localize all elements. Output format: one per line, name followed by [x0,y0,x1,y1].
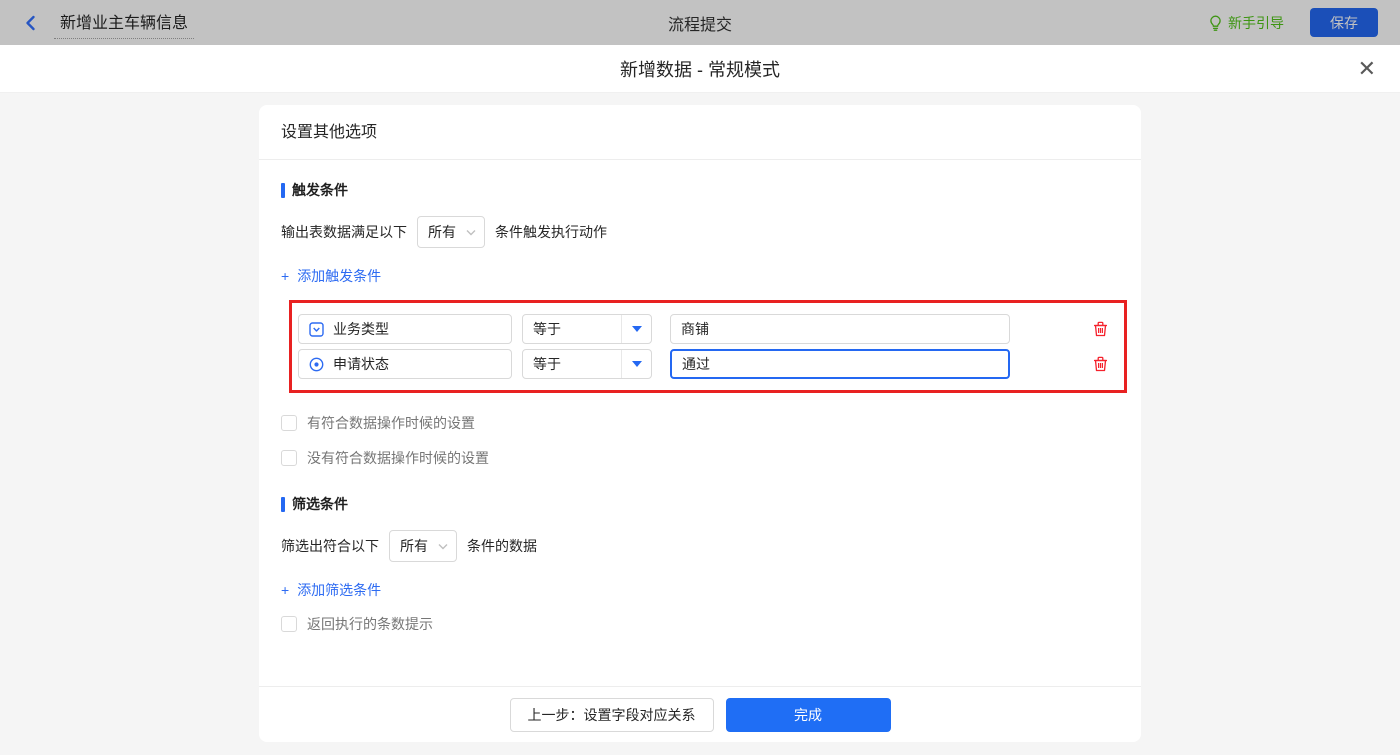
delete-condition-icon[interactable] [1093,321,1108,337]
checkbox-no-matching-data[interactable]: 没有符合数据操作时候的设置 [281,448,489,468]
condition-field-select[interactable]: 业务类型 [298,314,512,344]
dialog-header: 新增数据 - 常规模式 ✕ [0,45,1400,93]
top-bar: 流程提交 新增业主车辆信息 新手引导 保存 [0,0,1400,45]
condition-operator-select[interactable]: 等于 [522,314,652,344]
chevron-down-icon [466,229,476,236]
condition-operator-select[interactable]: 等于 [522,349,652,379]
options-card: 设置其他选项 触发条件 输出表数据满足以下 所有 条件触发执行动作 + 添加触发… [259,105,1141,742]
bulb-icon [1208,15,1223,31]
trigger-sentence-prefix: 输出表数据满足以下 [281,224,407,240]
annotation-highlight-box: 业务类型 等于 商铺 申请状态 等于 通过 [289,300,1127,393]
filter-match-select[interactable]: 所有 [389,530,457,562]
checkbox-unchecked[interactable] [281,415,297,431]
filter-match-sentence: 筛选出符合以下 所有 条件的数据 [281,530,1119,562]
checkbox-return-count-tip[interactable]: 返回执行的条数提示 [281,614,433,634]
checkbox-unchecked[interactable] [281,450,297,466]
checkbox-unchecked[interactable] [281,616,297,632]
delete-condition-icon[interactable] [1093,356,1108,372]
beginner-guide-link[interactable]: 新手引导 [1208,13,1284,33]
add-filter-condition-link[interactable]: + 添加筛选条件 [281,580,381,600]
plus-icon: + [281,582,290,598]
flow-submit-title: 流程提交 [667,16,732,34]
chevron-down-icon [438,543,448,550]
save-button[interactable]: 保存 [1310,8,1378,37]
checkbox-has-matching-data[interactable]: 有符合数据操作时候的设置 [281,413,475,433]
close-icon[interactable]: ✕ [1358,57,1376,80]
trigger-match-select[interactable]: 所有 [417,216,485,248]
select-field-type-icon [309,321,324,337]
trigger-section-title: 触发条件 [281,180,1119,200]
finish-button[interactable]: 完成 [725,697,891,732]
filter-section-title: 筛选条件 [281,494,1119,514]
condition-row: 业务类型 等于 [298,314,1124,344]
condition-field-select[interactable]: 申请状态 [298,349,512,379]
dialog-body: 设置其他选项 触发条件 输出表数据满足以下 所有 条件触发执行动作 + 添加触发… [0,93,1400,755]
plus-icon: + [281,268,290,284]
condition-value-input-focused[interactable] [670,349,1010,379]
condition-row: 申请状态 等于 [298,349,1124,379]
caret-down-icon [621,350,651,378]
section-accent-bar [281,182,285,198]
back-icon[interactable] [22,14,40,32]
radio-field-type-icon [309,357,324,372]
add-trigger-condition-link[interactable]: + 添加触发条件 [281,266,381,286]
filter-sentence-prefix: 筛选出符合以下 [281,538,379,554]
card-footer: 上一步：设置字段对应关系 完成 [259,686,1141,742]
page-title[interactable]: 新增业主车辆信息 [54,7,195,39]
trigger-match-sentence: 输出表数据满足以下 所有 条件触发执行动作 [281,216,1119,248]
section-accent-bar [281,496,285,512]
filter-sentence-suffix: 条件的数据 [467,538,537,554]
dialog-title: 新增数据 - 常规模式 [620,59,780,80]
trigger-sentence-suffix: 条件触发执行动作 [495,224,607,240]
beginner-guide-label: 新手引导 [1228,14,1284,31]
caret-down-icon [621,315,651,343]
condition-value-input[interactable] [670,314,1010,344]
prev-step-button[interactable]: 上一步：设置字段对应关系 [509,697,714,732]
card-header: 设置其他选项 [259,105,1141,160]
